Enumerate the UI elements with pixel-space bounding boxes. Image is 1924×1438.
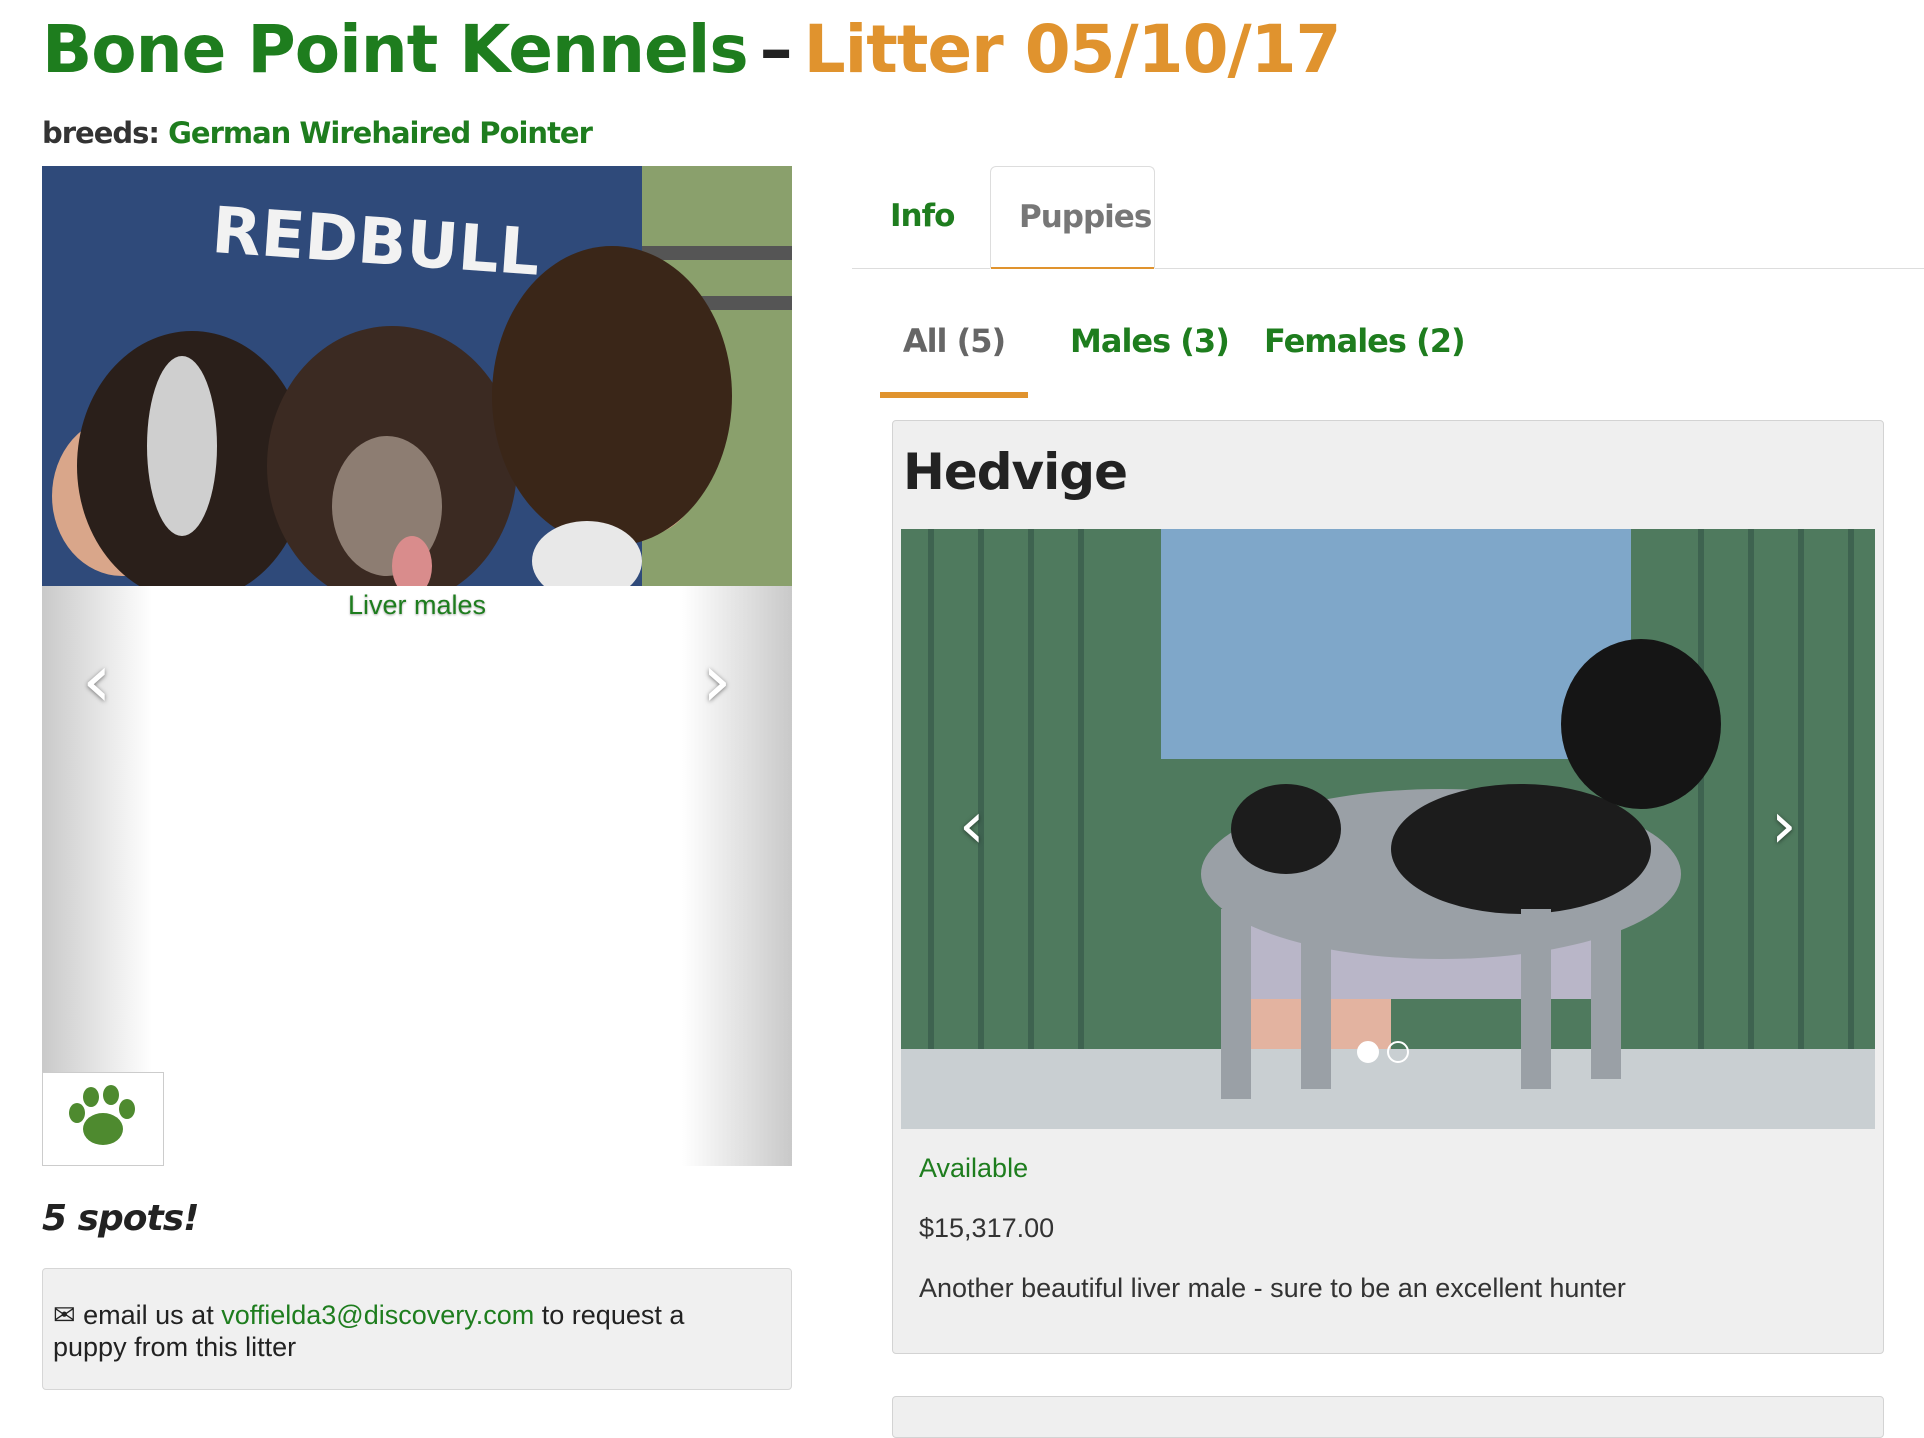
title-separator: – [759,11,793,88]
puppy-photo-carousel: ‹ › [901,529,1875,1129]
tab-puppies[interactable]: Puppies [990,166,1155,269]
envelope-icon: ✉ [53,1300,76,1330]
chevron-left-icon: ‹ [82,638,112,724]
carousel-next-button[interactable]: › [702,644,732,718]
carousel-dot[interactable] [1357,1041,1379,1063]
puppy-card: Hedvige ‹ › Available $15,317.00 Another… [892,420,1884,1354]
chevron-right-icon: › [1771,789,1797,863]
tab-puppies-label: Puppies [1019,199,1152,235]
contact-box: ✉ email us at voffielda3@discovery.com t… [42,1268,792,1390]
puppy-price: $15,317.00 [919,1213,1055,1243]
chevron-left-icon: ‹ [959,789,985,863]
carousel-caption: Liver males [347,590,487,620]
tab-bar: Info Puppies [852,166,1924,269]
puppy-status: Available [919,1153,1029,1183]
puppy-description: Another beautiful liver male - sure to b… [919,1273,1626,1303]
contact-text: ✉ email us at voffielda3@discovery.com t… [53,1299,753,1363]
breed-link[interactable]: German Wirehaired Pointer [168,116,593,150]
carousel-thumbnail[interactable] [42,1072,164,1166]
tab-active-underline [991,267,1154,269]
carousel-dot[interactable] [1387,1041,1409,1063]
tab-info[interactable]: Info [862,166,982,266]
email-link[interactable]: voffielda3@discovery.com [221,1300,534,1330]
subtab-all[interactable]: All (5) [880,306,1028,398]
kennel-name: Bone Point Kennels [42,11,749,88]
litter-carousel: REDBULL Liver males ‹ › [42,166,792,1166]
subtab-males[interactable]: Males (3) [1070,306,1230,398]
litter-photo-image: REDBULL [42,166,792,586]
page-title: Bone Point Kennels – Litter 05/10/17 [42,10,1342,90]
litter-title: Litter 05/10/17 [803,11,1342,88]
spots-heading: 5 spots! [42,1198,200,1239]
contact-prefix: email us at [83,1300,214,1330]
puppy-photo-image [901,529,1875,1129]
breeds-label: breeds: [42,116,160,150]
breeds-line: breeds: German Wirehaired Pointer [42,116,593,150]
litter-photo: REDBULL [42,166,792,586]
puppy-prev-button[interactable]: ‹ [959,789,985,863]
puppy-card-next [892,1396,1884,1438]
subtab-females[interactable]: Females (2) [1264,306,1466,398]
carousel-indicators [1357,1041,1417,1068]
chevron-right-icon: › [702,638,732,724]
paw-icon [69,1085,135,1145]
puppy-next-button[interactable]: › [1771,789,1797,863]
carousel-prev-button[interactable]: ‹ [82,644,112,718]
puppy-name: Hedvige [903,443,1128,501]
